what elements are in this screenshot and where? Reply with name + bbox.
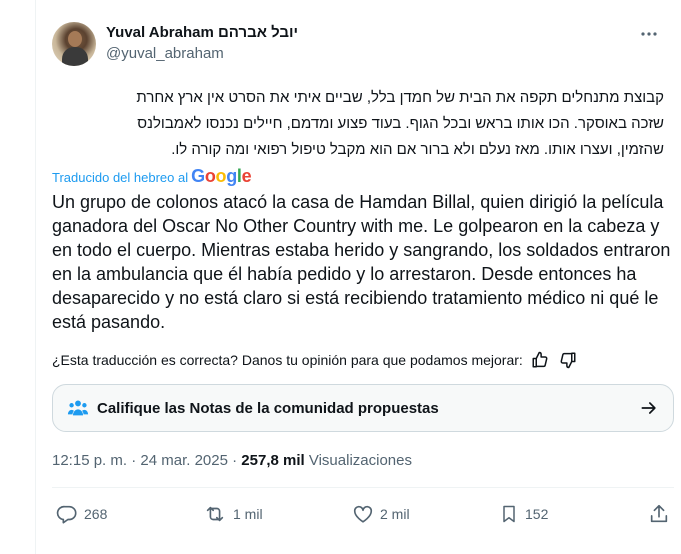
post-time[interactable]: 12:15 p. m. (52, 452, 127, 469)
original-line: קבוצת מתנחלים תקפה את הבית של חמדן בלל, … (136, 89, 664, 106)
views-label: Visualizaciones (308, 452, 412, 469)
bookmark-count: 152 (525, 506, 549, 522)
bookmark-icon (499, 503, 519, 525)
action-bar: 268 1 mil 2 mil 152 (52, 503, 674, 531)
community-notes-card[interactable]: Califique las Notas de la comunidad prop… (52, 384, 674, 432)
repost-count: 1 mil (233, 506, 263, 522)
share-button[interactable] (648, 503, 670, 525)
google-logo: Google (191, 166, 252, 186)
heart-icon (352, 503, 374, 525)
bookmark-button[interactable]: 152 (499, 503, 548, 525)
community-notes-label: Califique las Notas de la comunidad prop… (97, 399, 439, 417)
original-line: שהזמין, ועצרו אותו. מאז נעלם ולא ברור אם… (171, 141, 664, 158)
like-count: 2 mil (380, 506, 410, 522)
post-header: Yuval Abraham יובל אברהם @yuval_abraham (52, 22, 665, 72)
reply-button[interactable]: 268 (56, 503, 107, 525)
translated-from-link[interactable]: Traducido del hebreo al Google (52, 166, 252, 186)
reply-icon (56, 503, 78, 525)
meta-separator: · (131, 452, 137, 469)
views-count: 257,8 mil (241, 452, 305, 469)
more-icon[interactable] (639, 24, 659, 44)
translated-from-label: Traducido del hebreo al (52, 170, 189, 185)
repost-button[interactable]: 1 mil (203, 503, 263, 525)
original-line: שזכה באוסקר. הכו אותו בראש ובכל הגוף. בע… (137, 115, 664, 132)
repost-icon (203, 503, 227, 525)
author-display-name[interactable]: Yuval Abraham יובל אברהם (106, 23, 298, 43)
reply-count: 268 (84, 506, 108, 522)
share-icon (648, 503, 670, 525)
like-button[interactable]: 2 mil (352, 503, 410, 525)
post-meta: 12:15 p. m. · 24 mar. 2025 · 257,8 mil V… (52, 452, 412, 469)
author-names: Yuval Abraham יובל אברהם @yuval_abraham (106, 23, 298, 64)
people-icon (67, 396, 91, 420)
feedback-question: ¿Esta traducción es correcta? Danos tu o… (52, 352, 523, 368)
meta-separator: · (232, 452, 238, 469)
thumbs-down-icon[interactable] (557, 349, 579, 371)
arrow-right-icon (639, 398, 659, 423)
post-original-text: קבוצת מתנחלים תקפה את הבית של חמדן בלל, … (52, 85, 664, 163)
divider (52, 487, 674, 488)
thumbs-up-icon[interactable] (529, 349, 551, 371)
column-border (35, 0, 36, 554)
post-translation-text: Un grupo de colonos atacó la casa de Ham… (52, 192, 671, 332)
avatar[interactable] (52, 22, 96, 66)
post-date[interactable]: 24 mar. 2025 (140, 452, 228, 469)
translation-feedback: ¿Esta traducción es correcta? Danos tu o… (52, 349, 579, 371)
author-handle[interactable]: @yuval_abraham (106, 44, 298, 64)
